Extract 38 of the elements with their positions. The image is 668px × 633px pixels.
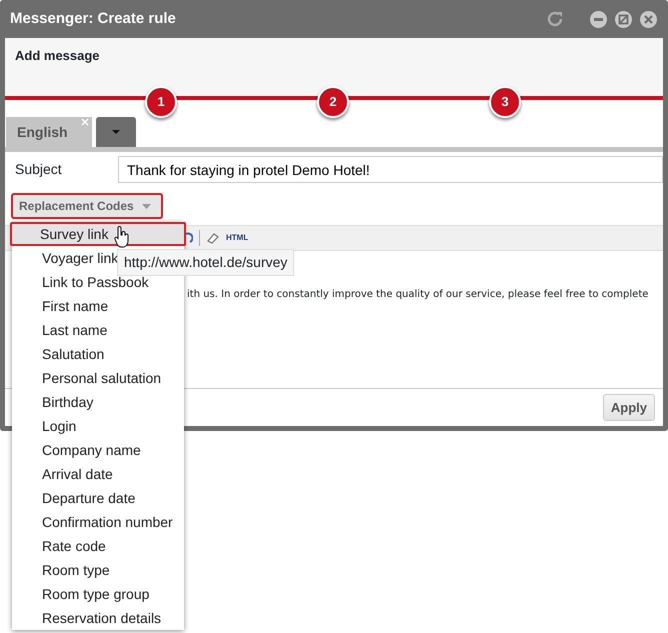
menu-item[interactable]: Confirmation number	[12, 510, 184, 534]
menu-item[interactable]: Arrival date	[12, 462, 184, 486]
language-tab[interactable]: English	[6, 117, 92, 147]
link-icon[interactable]	[185, 232, 193, 244]
eraser-icon[interactable]	[206, 232, 220, 244]
menu-item[interactable]: Birthday	[12, 390, 184, 414]
subject-field[interactable]: Thank for staying in protel Demo Hotel!	[118, 156, 663, 183]
menu-item[interactable]: Login	[12, 414, 184, 438]
menu-item[interactable]: Last name	[12, 318, 184, 342]
step-marker[interactable]: 3	[489, 86, 521, 118]
subject-label: Subject	[15, 160, 63, 179]
close-icon[interactable]	[640, 10, 657, 28]
menu-item[interactable]: First name	[12, 294, 184, 318]
caret-icon	[112, 130, 120, 134]
step-marker[interactable]: 2	[317, 86, 349, 118]
restore-icon[interactable]	[615, 10, 632, 28]
refresh-icon[interactable]	[546, 10, 564, 28]
menu-item[interactable]: Salutation	[12, 342, 184, 366]
step-marker[interactable]: 1	[145, 86, 177, 118]
apply-button[interactable]: Apply	[602, 394, 655, 422]
menu-item[interactable]: Survey link	[10, 222, 186, 246]
menu-item[interactable]: Reservation details	[12, 606, 184, 630]
hand-cursor-icon	[114, 226, 130, 248]
replacement-codes-button[interactable]: Replacement Codes	[11, 193, 163, 219]
caret-icon	[142, 204, 151, 208]
menu-item[interactable]: Rate code	[12, 534, 184, 558]
menu-item[interactable]: Departure date	[12, 486, 184, 510]
menu-item[interactable]: Room type group	[12, 582, 184, 606]
window-title: Messenger: Create rule	[10, 8, 176, 29]
tooltip: http://www.hotel.de/survey	[117, 249, 294, 276]
menu-item[interactable]: Company name	[12, 438, 184, 462]
header-title: Add message	[14, 47, 101, 65]
minimize-icon[interactable]	[590, 10, 607, 28]
html-label[interactable]: HTML	[226, 232, 248, 244]
menu-item[interactable]: Room type	[12, 558, 184, 582]
editor-text: ith us. In order to constantly improve the quality of our service, please feel free to complete	[187, 289, 648, 300]
menu-item[interactable]: Personal salutation	[12, 366, 184, 390]
close-icon[interactable]	[81, 118, 89, 126]
